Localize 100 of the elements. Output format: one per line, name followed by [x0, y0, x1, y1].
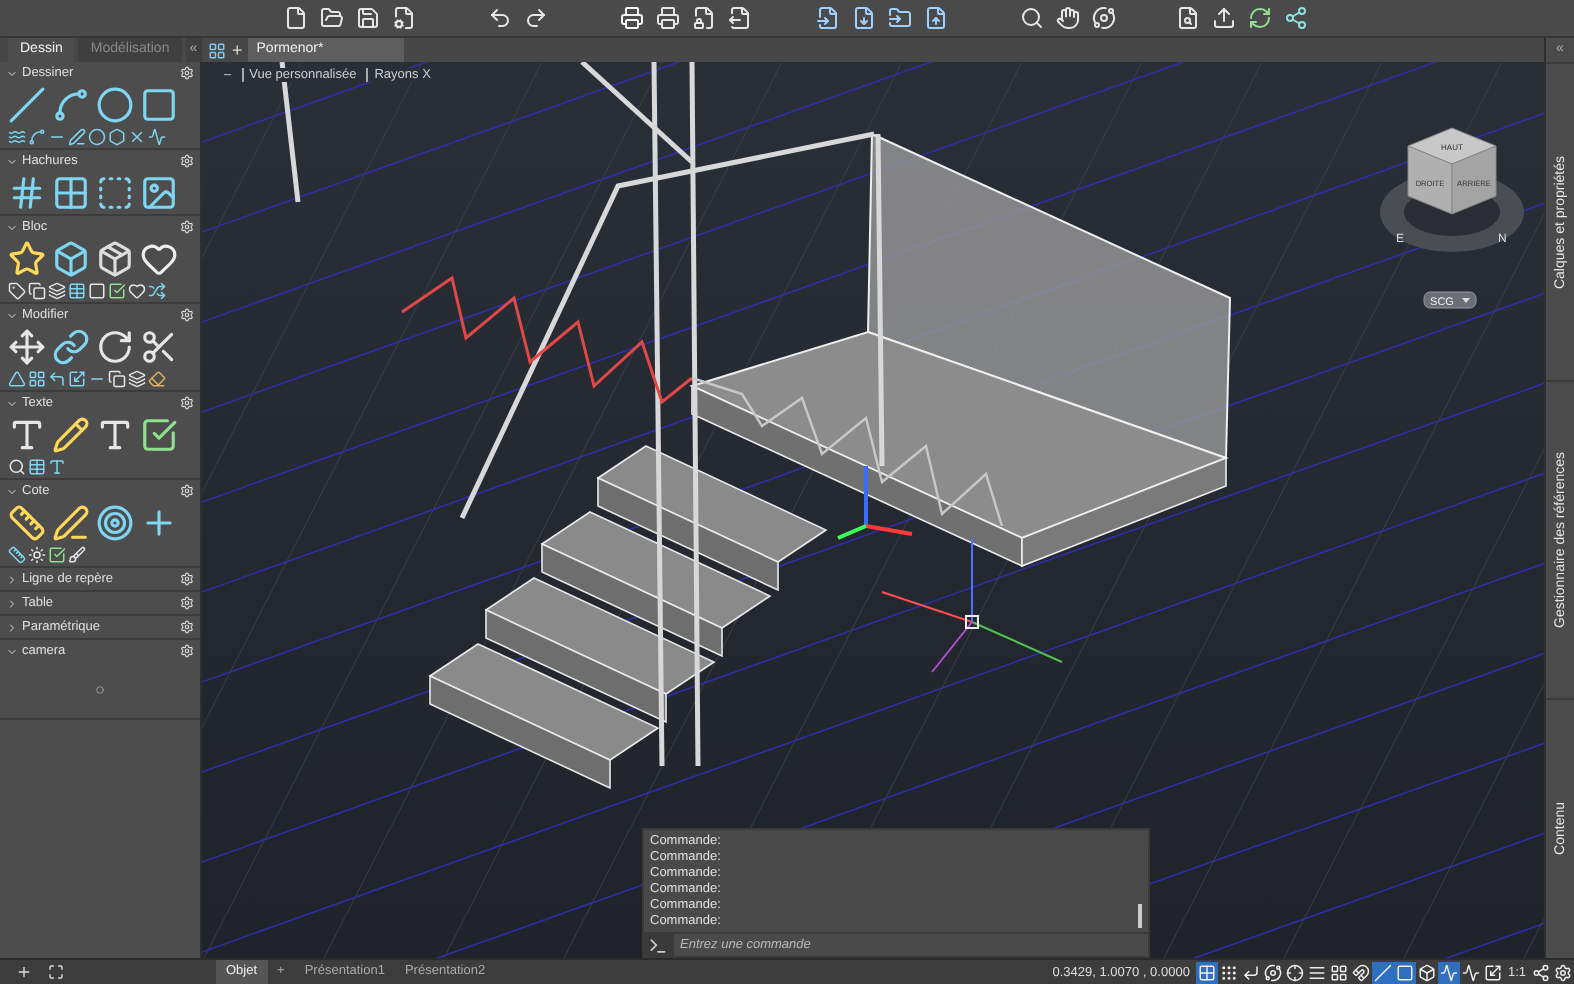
file-lock-icon[interactable] — [692, 6, 716, 30]
caret-icon — [6, 221, 18, 233]
rotate-icon[interactable] — [96, 328, 134, 366]
terminal-icon[interactable] — [648, 935, 668, 955]
settings-icon[interactable] — [180, 396, 194, 410]
file-download-icon[interactable] — [852, 6, 876, 30]
circle-icon[interactable] — [96, 86, 134, 124]
magnet-icon[interactable] — [1349, 961, 1372, 983]
check-icon[interactable] — [140, 416, 178, 454]
hand-icon[interactable] — [1056, 6, 1080, 30]
spline-icon[interactable] — [28, 128, 46, 146]
view-cube[interactable] — [1407, 127, 1497, 215]
scroll-thumb[interactable] — [1138, 904, 1142, 928]
copy-icon[interactable] — [108, 370, 126, 388]
settings-icon[interactable] — [180, 220, 194, 234]
dots-icon[interactable] — [1217, 961, 1240, 983]
settings-icon[interactable] — [180, 308, 194, 322]
square-icon[interactable] — [88, 282, 106, 300]
settings-icon[interactable] — [180, 620, 194, 634]
refresh-icon[interactable] — [1248, 6, 1272, 30]
grid-icon[interactable] — [1327, 961, 1350, 983]
folder-import-icon[interactable] — [888, 6, 912, 30]
check-icon[interactable] — [108, 282, 126, 300]
folder-icon[interactable] — [320, 6, 344, 30]
tiles-icon[interactable] — [208, 41, 226, 59]
scale-icon[interactable] — [68, 370, 86, 388]
layers-icon[interactable] — [128, 370, 146, 388]
block-icon[interactable] — [52, 240, 90, 278]
x-icon[interactable] — [128, 128, 146, 146]
settings-icon[interactable] — [1552, 961, 1574, 983]
pulse-icon[interactable] — [1437, 961, 1460, 983]
dimension-icon[interactable] — [8, 504, 46, 542]
settings-icon[interactable] — [180, 596, 194, 610]
settings-icon[interactable] — [180, 572, 194, 586]
table-icon[interactable] — [28, 458, 46, 476]
layout-icon[interactable] — [48, 964, 64, 980]
share-icon[interactable] — [1530, 961, 1552, 983]
table-icon[interactable] — [68, 282, 86, 300]
array-icon[interactable] — [28, 370, 46, 388]
save-icon[interactable] — [356, 6, 380, 30]
text-edit-icon[interactable] — [52, 416, 90, 454]
tag-icon[interactable] — [8, 282, 26, 300]
sun-icon[interactable] — [28, 546, 46, 564]
scale-icon[interactable] — [1481, 961, 1504, 983]
grid-icon[interactable] — [1195, 961, 1218, 983]
square-icon[interactable] — [1393, 961, 1416, 983]
check-icon[interactable] — [48, 546, 66, 564]
hexagon-icon[interactable] — [108, 128, 126, 146]
ruler-icon[interactable] — [8, 546, 26, 564]
center-mark-icon[interactable] — [96, 504, 134, 542]
plus-icon[interactable] — [16, 964, 32, 980]
lines-icon[interactable] — [1305, 961, 1328, 983]
settings-icon[interactable] — [180, 644, 194, 658]
file-export-icon[interactable] — [728, 6, 752, 30]
undo-icon[interactable] — [488, 6, 512, 30]
pulse-icon[interactable] — [1459, 961, 1482, 983]
redo-icon[interactable] — [524, 6, 548, 30]
brush-icon[interactable] — [68, 546, 86, 564]
shuffle-icon[interactable] — [148, 282, 166, 300]
settings-icon[interactable] — [180, 154, 194, 168]
settings-icon[interactable] — [180, 484, 194, 498]
share-icon[interactable] — [1284, 6, 1308, 30]
layers-icon[interactable] — [48, 282, 66, 300]
shape-icon[interactable] — [128, 282, 146, 300]
printer-icon[interactable] — [656, 6, 680, 30]
search-icon[interactable] — [8, 458, 26, 476]
settings-icon[interactable] — [180, 66, 194, 80]
corner-icon[interactable] — [48, 370, 66, 388]
hatch-icon[interactable] — [8, 174, 46, 212]
scissors-icon[interactable] — [140, 328, 178, 366]
file-import-icon[interactable] — [816, 6, 840, 30]
caret-icon — [6, 485, 18, 497]
grid-icon[interactable] — [52, 174, 90, 212]
file-icon[interactable] — [284, 6, 308, 30]
search-icon[interactable] — [1020, 6, 1044, 30]
zigzag-icon[interactable] — [148, 128, 166, 146]
upload-icon[interactable] — [1212, 6, 1236, 30]
text-icon[interactable] — [8, 416, 46, 454]
copy-icon[interactable] — [28, 282, 46, 300]
orbit-icon[interactable] — [1092, 6, 1116, 30]
cube-icon[interactable] — [1415, 961, 1438, 983]
pen-icon[interactable] — [68, 128, 86, 146]
ellipse-icon[interactable] — [88, 128, 106, 146]
new-tab-button[interactable]: + — [232, 38, 243, 62]
line-icon[interactable] — [8, 86, 46, 124]
text-icon[interactable] — [96, 416, 134, 454]
file-upload-icon[interactable] — [924, 6, 948, 30]
polyline-icon[interactable] — [52, 86, 90, 124]
printer-icon[interactable] — [620, 6, 644, 30]
move-icon[interactable] — [8, 328, 46, 366]
slash-icon[interactable] — [1371, 961, 1394, 983]
rectangle-icon[interactable] — [140, 86, 178, 124]
triangle-icon[interactable] — [8, 370, 26, 388]
text-style-icon[interactable] — [48, 458, 66, 476]
file-search-icon[interactable] — [1176, 6, 1200, 30]
crosshair-icon[interactable] — [1283, 961, 1306, 983]
eraser-icon[interactable] — [148, 370, 166, 388]
file-settings-icon[interactable] — [392, 6, 416, 30]
image-icon[interactable] — [140, 174, 178, 212]
link-icon[interactable] — [52, 328, 90, 366]
